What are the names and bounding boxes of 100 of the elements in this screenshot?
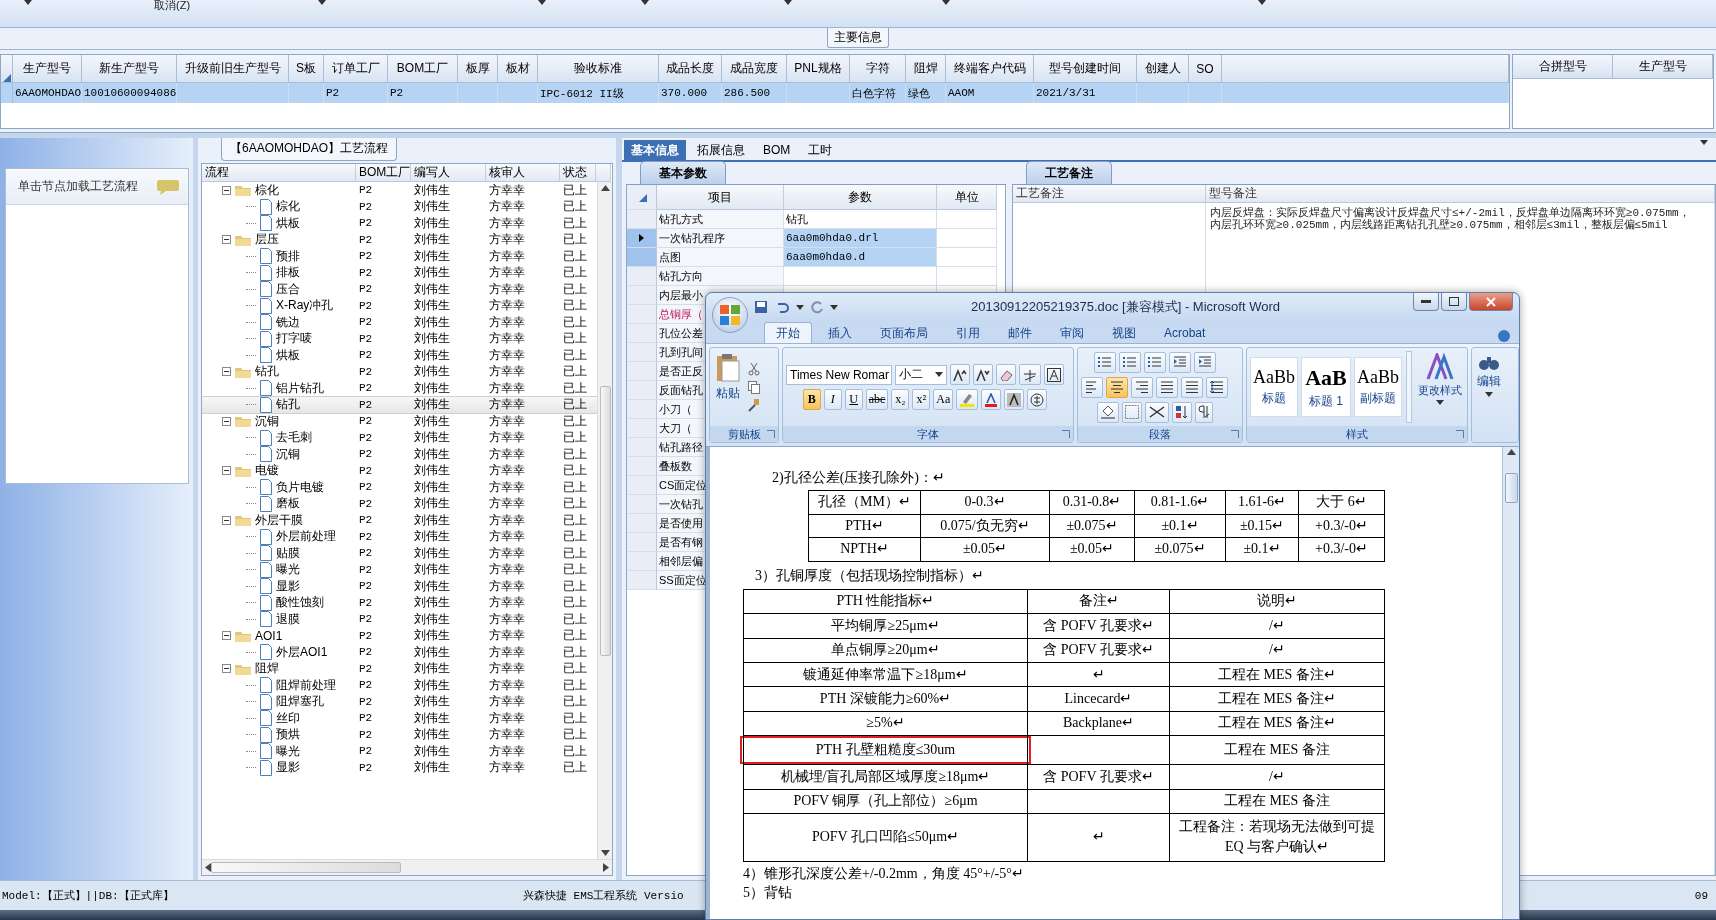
multilevel-button[interactable] (1143, 351, 1166, 373)
pane-tab[interactable]: 基本参数 (640, 161, 726, 184)
scrollbar[interactable] (1502, 447, 1519, 919)
column-header[interactable]: 状态 (560, 164, 596, 182)
column-header[interactable]: 单位 (937, 185, 997, 210)
char-border-button[interactable] (1044, 364, 1064, 385)
column-header[interactable]: 核审人 (486, 164, 560, 182)
tree-row[interactable]: 钻孔 P2 刘伟生 方幸幸 已上 (202, 396, 597, 413)
numbering-button[interactable] (1118, 351, 1141, 373)
align-button[interactable] (1081, 376, 1103, 398)
collapse-icon[interactable] (222, 515, 231, 525)
cancel-menu[interactable]: 取消(Z) (154, 0, 191, 10)
column-header[interactable]: 新生产型号 (82, 55, 177, 83)
asian-layout-button[interactable] (1144, 401, 1169, 423)
format-button[interactable]: x² (912, 389, 931, 410)
ribbon-tab[interactable]: 开始 (764, 322, 812, 343)
column-header[interactable]: 生产型号 (13, 55, 82, 83)
caret-icon[interactable] (1258, 0, 1267, 5)
column-header[interactable]: SO (1189, 55, 1222, 83)
borders-button[interactable] (1121, 401, 1142, 423)
style-tile[interactable]: AaBb 标题 (1250, 357, 1298, 417)
column-header[interactable]: S板 (289, 55, 324, 83)
brush-icon[interactable] (747, 398, 761, 412)
launcher-icon[interactable] (1231, 430, 1239, 438)
column-header[interactable]: BOM工厂 (388, 55, 458, 83)
column-header[interactable]: 板材 (498, 55, 538, 83)
cut-icon[interactable] (747, 362, 761, 376)
column-header[interactable]: 生产型号 (1613, 55, 1713, 79)
column-header[interactable]: 成品宽度 (722, 55, 787, 83)
load-flow-button[interactable]: 单击节点加载工艺流程 (6, 169, 188, 205)
ribbon-tab[interactable]: 引用 (944, 322, 992, 343)
change-styles-button[interactable]: 更改样式 (1416, 351, 1464, 423)
show-marks-button[interactable] (1194, 401, 1213, 423)
launcher-icon[interactable] (1456, 430, 1464, 438)
clear-format-button[interactable] (996, 364, 1016, 385)
maximize-button[interactable] (1441, 293, 1467, 311)
scrollbar[interactable] (202, 859, 612, 875)
char-shading-button[interactable] (1004, 389, 1025, 410)
caret-icon[interactable] (24, 0, 32, 5)
minimize-button[interactable] (1413, 293, 1439, 311)
ribbon-tab[interactable]: 邮件 (996, 322, 1044, 343)
sort-button[interactable] (1171, 401, 1192, 423)
format-button[interactable]: abc (865, 389, 889, 410)
scroll-right-icon[interactable] (603, 863, 609, 872)
column-header[interactable]: 订单工厂 (324, 55, 388, 83)
align-button[interactable] (1156, 376, 1178, 398)
column-header[interactable]: 板厚 (458, 55, 498, 83)
format-button[interactable]: x₂ (891, 389, 910, 410)
column-header[interactable]: 编写人 (411, 164, 486, 182)
grow-font-button[interactable] (950, 364, 970, 385)
office-button[interactable] (712, 297, 748, 333)
column-header[interactable]: 合拼型号 (1513, 55, 1613, 79)
scroll-thumb[interactable] (1504, 473, 1518, 503)
collapse-icon[interactable] (222, 631, 231, 641)
tab-menu-icon[interactable] (1700, 140, 1708, 145)
row-header[interactable] (627, 229, 657, 248)
collapse-icon[interactable] (222, 664, 231, 674)
collapse-icon[interactable] (222, 367, 231, 377)
ribbon-tab[interactable]: 插入 (816, 322, 864, 343)
collapse-icon[interactable] (222, 185, 231, 195)
redo-icon[interactable] (810, 300, 824, 314)
scroll-up-icon[interactable] (600, 185, 610, 191)
column-header[interactable]: 升级前旧生产型号 (177, 55, 289, 83)
column-header[interactable]: 型号创建时间 (1034, 55, 1137, 83)
scroll-down-icon[interactable] (600, 850, 610, 856)
collapse-icon[interactable] (222, 466, 231, 476)
caret-icon[interactable] (318, 0, 327, 5)
line-spacing-button[interactable] (1206, 376, 1228, 398)
scrollbar[interactable] (597, 182, 612, 859)
launcher-icon[interactable] (767, 430, 775, 438)
column-header[interactable]: PNL规格 (787, 55, 850, 83)
close-button[interactable] (1469, 293, 1513, 311)
ribbon-tab[interactable]: 页面布局 (868, 322, 940, 343)
align-button[interactable] (1106, 376, 1128, 398)
format-button[interactable]: Aa (933, 389, 954, 410)
column-header[interactable]: 字符 (850, 55, 906, 83)
tab[interactable]: 工时 (801, 140, 840, 160)
ribbon-tab[interactable]: Acrobat (1152, 322, 1218, 343)
shading-button[interactable] (1096, 401, 1119, 423)
bullets-button[interactable] (1093, 351, 1116, 373)
format-button[interactable]: U (844, 389, 863, 410)
caret-icon[interactable] (641, 0, 650, 5)
column-header[interactable]: BOM工厂 (356, 164, 411, 182)
align-button[interactable] (1181, 376, 1203, 398)
tab[interactable]: BOM (756, 140, 798, 160)
caret-icon[interactable] (538, 0, 547, 5)
ribbon-tab[interactable]: 视图 (1100, 322, 1148, 343)
tab[interactable]: 拓展信息 (690, 140, 752, 160)
style-tile[interactable]: AaB 标题 1 (1301, 357, 1351, 417)
column-header[interactable]: 型号备注 (1206, 185, 1715, 203)
enclose-char-button[interactable] (1027, 389, 1048, 410)
pane-tab[interactable]: 工艺备注 (1026, 161, 1112, 184)
font-name-field[interactable]: Times New Romar (786, 364, 892, 385)
font-color-button[interactable] (981, 389, 1002, 410)
column-header[interactable]: 终端客户代码 (946, 55, 1034, 83)
column-header[interactable]: 成品长度 (659, 55, 722, 83)
save-icon[interactable] (754, 300, 768, 314)
launcher-icon[interactable] (1062, 430, 1070, 438)
column-header[interactable]: 验收标准 (538, 55, 659, 83)
shrink-font-button[interactable] (973, 364, 993, 385)
